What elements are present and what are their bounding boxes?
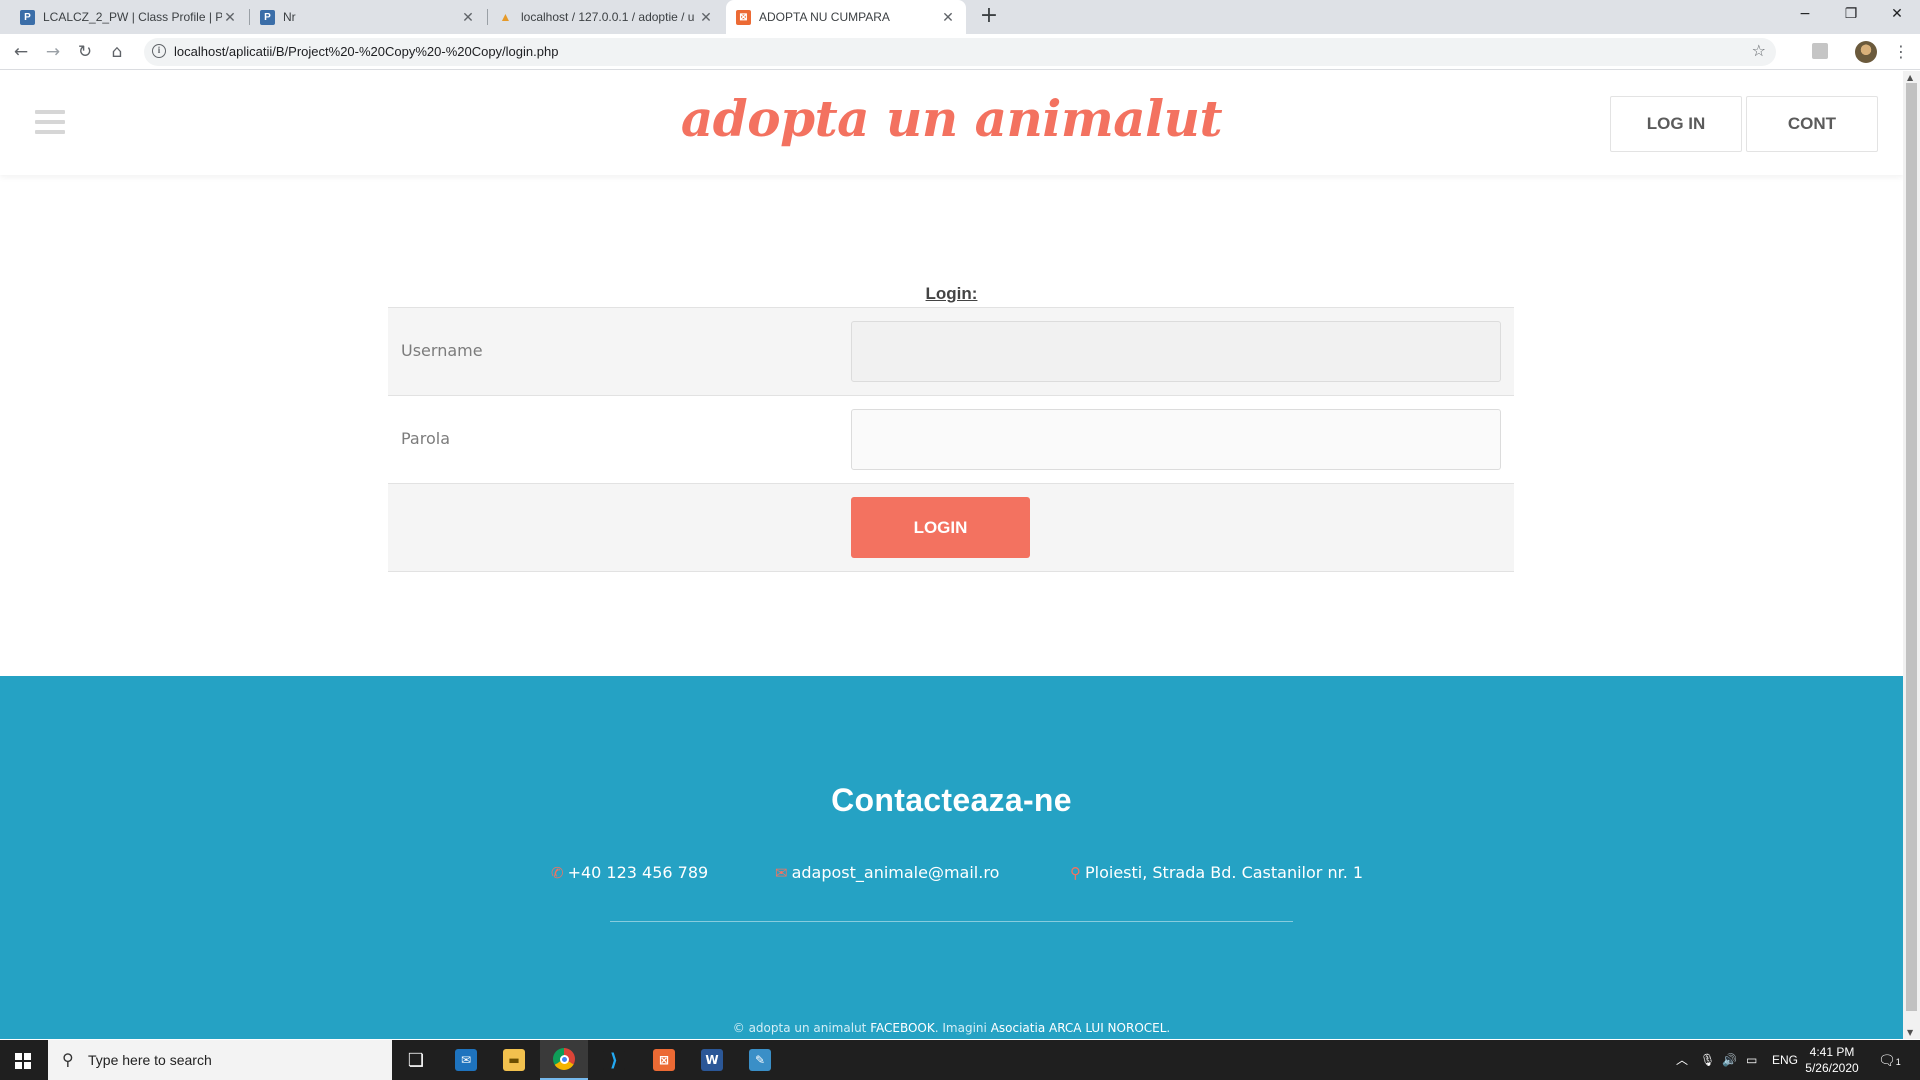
- minimize-button[interactable]: −: [1782, 0, 1828, 30]
- email-text: adapost_animale@mail.ro: [791, 863, 1000, 882]
- mail-icon[interactable]: ✉: [442, 1040, 490, 1080]
- xampp-icon[interactable]: ⊠: [640, 1040, 688, 1080]
- browser-tab-4-active[interactable]: ⊠ ADOPTA NU CUMPARA ✕: [726, 0, 966, 34]
- username-row: Username: [388, 308, 1514, 396]
- search-placeholder: Type here to search: [88, 1052, 212, 1068]
- phone-icon: ✆: [551, 864, 564, 882]
- word-icon[interactable]: W: [688, 1040, 736, 1080]
- notification-count: 1: [1895, 1057, 1901, 1067]
- tab-title: Nr: [283, 10, 296, 24]
- tab-title: LCALCZ_2_PW | Class Profile | Pi: [43, 10, 222, 24]
- p-icon: P: [260, 9, 275, 25]
- contact-phone: ✆ +40 123 456 789: [551, 863, 708, 882]
- search-icon: ⚲: [62, 1050, 74, 1069]
- taskbar-search[interactable]: ⚲ Type here to search: [48, 1040, 392, 1080]
- close-tab-icon[interactable]: ✕: [222, 9, 238, 26]
- windows-logo-icon: [15, 1053, 31, 1069]
- clock-date: 5/26/2020: [1805, 1061, 1859, 1075]
- copyright-line: © adopta un animalut FACEBOOK. Imagini A…: [0, 1021, 1903, 1035]
- close-tab-icon[interactable]: ✕: [940, 9, 956, 26]
- phpmyadmin-icon: ▲: [499, 10, 512, 24]
- username-input[interactable]: [851, 321, 1501, 382]
- contact-address: ⚲ Ploiesti, Strada Bd. Castanilor nr. 1: [1070, 863, 1363, 882]
- p-icon: P: [20, 9, 35, 25]
- xampp-icon: ⊠: [736, 9, 751, 25]
- back-arrow-icon[interactable]: ←: [8, 40, 34, 64]
- tab-title: localhost / 127.0.0.1 / adoptie / u: [521, 10, 695, 24]
- facebook-link[interactable]: FACEBOOK: [870, 1021, 935, 1035]
- scroll-up-icon[interactable]: ▲: [1907, 73, 1913, 82]
- extension-icon[interactable]: [1812, 43, 1828, 59]
- map-pin-icon: ⚲: [1070, 864, 1081, 882]
- scrollbar-thumb[interactable]: [1906, 83, 1917, 1011]
- browser-toolbar: ← → ↻ ⌂ i localhost/aplicatii/B/Project%…: [0, 34, 1920, 70]
- phone-text: +40 123 456 789: [567, 863, 709, 882]
- new-tab-button[interactable]: +: [976, 4, 1002, 30]
- images-text: . Imagini: [934, 1021, 987, 1035]
- login-form: Username Parola LOGIN: [388, 307, 1514, 572]
- start-button[interactable]: [0, 1040, 48, 1080]
- restore-button[interactable]: ❐: [1828, 0, 1874, 30]
- page-scrollbar[interactable]: ▲ ▼: [1903, 71, 1920, 1039]
- browser-tab-2[interactable]: P Nr ✕: [250, 0, 486, 34]
- envelope-icon: ✉: [775, 864, 788, 882]
- password-label: Parola: [401, 429, 450, 448]
- language-indicator[interactable]: ENG: [1772, 1040, 1798, 1080]
- page-viewport: adopta un animalut LOG IN CONT Login: Us…: [0, 71, 1903, 1039]
- show-hidden-icons[interactable]: ︿: [1676, 1040, 1688, 1080]
- close-tab-icon[interactable]: ✕: [460, 9, 476, 26]
- network-icon[interactable]: ▭: [1746, 1040, 1757, 1080]
- url-text[interactable]: localhost/aplicatii/B/Project%20-%20Copy…: [174, 44, 558, 59]
- windows-taskbar: ⚲ Type here to search ❏ ✉ ▬ ⟩ ⊠ W ✎ ︿ 🎙 …: [0, 1040, 1920, 1080]
- close-window-button[interactable]: ✕: [1874, 0, 1920, 30]
- tab-title: ADOPTA NU CUMPARA: [759, 10, 890, 24]
- bookmark-star-icon[interactable]: ☆: [1752, 41, 1766, 60]
- site-footer: Contacteaza-ne ✆ +40 123 456 789 ✉ adapost…: [0, 676, 1903, 1039]
- paint-icon[interactable]: ✎: [736, 1040, 784, 1080]
- notification-center-icon[interactable]: 🗨1: [1878, 1040, 1901, 1080]
- system-clock[interactable]: 4:41 PM 5/26/2020: [1800, 1044, 1864, 1076]
- address-bar[interactable]: i localhost/aplicatii/B/Project%20-%20Co…: [144, 38, 1776, 66]
- vscode-icon[interactable]: ⟩: [590, 1040, 638, 1080]
- menu-kebab-icon[interactable]: ⋮: [1893, 40, 1909, 64]
- clock-time: 4:41 PM: [1809, 1045, 1855, 1059]
- login-nav-button[interactable]: LOG IN: [1610, 96, 1742, 152]
- password-row: Parola: [388, 396, 1514, 484]
- login-submit-button[interactable]: LOGIN: [851, 497, 1030, 558]
- address-text: Ploiesti, Strada Bd. Castanilor nr. 1: [1085, 863, 1364, 882]
- task-view-icon[interactable]: ❏: [392, 1040, 440, 1080]
- file-explorer-icon[interactable]: ▬: [490, 1040, 538, 1080]
- home-icon[interactable]: ⌂: [104, 40, 130, 64]
- copyright-suffix: .: [1166, 1021, 1171, 1035]
- browser-tab-3[interactable]: ▲ localhost / 127.0.0.1 / adoptie / u ✕: [488, 0, 724, 34]
- site-header: adopta un animalut LOG IN CONT: [0, 71, 1903, 175]
- login-heading: Login:: [925, 284, 978, 303]
- account-nav-button[interactable]: CONT: [1746, 96, 1878, 152]
- contact-heading: Contacteaza-ne: [831, 782, 1072, 818]
- footer-divider: [610, 921, 1293, 922]
- scroll-down-icon[interactable]: ▼: [1907, 1028, 1913, 1037]
- contact-email: ✉ adapost_animale@mail.ro: [775, 863, 999, 882]
- username-label: Username: [401, 341, 483, 360]
- close-tab-icon[interactable]: ✕: [698, 9, 714, 26]
- browser-tab-strip: P LCALCZ_2_PW | Class Profile | Pi ✕ P N…: [0, 0, 1920, 34]
- arca-link[interactable]: Asociatia ARCA LUI NOROCEL: [991, 1021, 1167, 1035]
- browser-tab-1[interactable]: P LCALCZ_2_PW | Class Profile | Pi ✕: [10, 0, 248, 34]
- microphone-icon[interactable]: 🎙: [1700, 1040, 1715, 1080]
- profile-avatar[interactable]: [1855, 41, 1877, 63]
- reload-icon[interactable]: ↻: [72, 40, 98, 64]
- chrome-icon[interactable]: [540, 1040, 588, 1080]
- password-input[interactable]: [851, 409, 1501, 470]
- site-info-icon[interactable]: i: [152, 44, 166, 58]
- submit-row: LOGIN: [388, 484, 1514, 572]
- volume-icon[interactable]: 🔊: [1722, 1040, 1737, 1080]
- copyright-text: © adopta un animalut: [732, 1021, 867, 1035]
- forward-arrow-icon[interactable]: →: [40, 40, 66, 64]
